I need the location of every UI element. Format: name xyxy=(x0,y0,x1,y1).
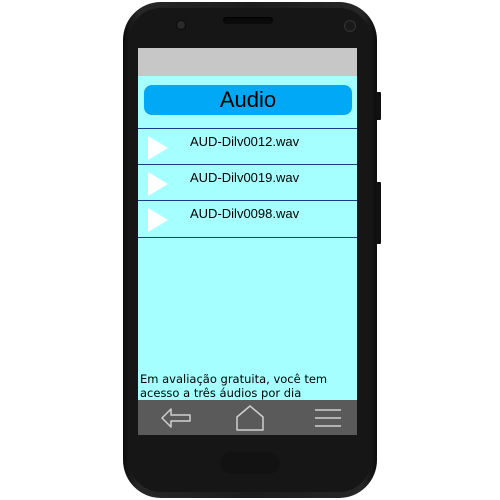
volume-rocker[interactable] xyxy=(376,182,381,244)
audio-list-item[interactable]: AUD-Dilv0012.wav xyxy=(138,128,357,164)
play-icon[interactable] xyxy=(148,136,168,160)
back-arrow-icon xyxy=(161,407,191,428)
audio-list-item[interactable]: AUD-Dilv0098.wav xyxy=(138,200,357,238)
home-icon xyxy=(236,404,264,431)
audio-list-item[interactable]: AUD-Dilv0019.wav xyxy=(138,164,357,200)
back-button[interactable] xyxy=(156,400,196,435)
bottom-speaker xyxy=(220,452,280,474)
play-icon[interactable] xyxy=(148,172,168,196)
status-bar xyxy=(138,48,357,76)
menu-icon xyxy=(315,408,341,427)
audio-file-name: AUD-Dilv0019.wav xyxy=(190,170,300,185)
audio-list: AUD-Dilv0012.wav AUD-Dilv0019.wav AUD-Di… xyxy=(138,128,357,238)
play-icon[interactable] xyxy=(148,208,168,232)
front-camera xyxy=(176,20,186,30)
home-button[interactable] xyxy=(230,400,270,435)
phone-screen: Audio AUD-Dilv0012.wav AUD-Dilv0019.wav … xyxy=(138,48,357,435)
free-trial-notice: Em avaliação gratuita, você tem acesso a… xyxy=(140,372,328,400)
power-button[interactable] xyxy=(376,92,381,120)
navigation-bar xyxy=(138,400,357,435)
audio-file-name: AUD-Dilv0098.wav xyxy=(190,206,300,221)
earpiece-speaker xyxy=(223,17,273,24)
audio-file-name: AUD-Dilv0012.wav xyxy=(190,134,300,149)
page-title: Audio xyxy=(219,87,277,112)
title-bar: Audio xyxy=(144,85,352,115)
menu-button[interactable] xyxy=(306,400,350,435)
proximity-sensor xyxy=(344,20,356,32)
